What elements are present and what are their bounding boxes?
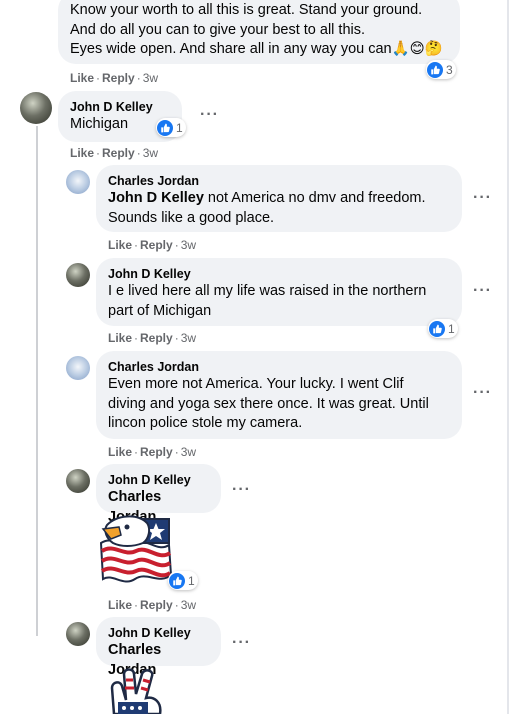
comment-author[interactable]: John D Kelley bbox=[108, 266, 450, 282]
comment-actions: Like · Reply · 3w bbox=[108, 598, 197, 612]
avatar[interactable] bbox=[20, 92, 52, 124]
avatar[interactable] bbox=[66, 469, 90, 493]
comment-actions: Like · Reply · 3w bbox=[108, 238, 197, 252]
more-options-icon[interactable]: ··· bbox=[200, 107, 219, 123]
reaction-count: 1 bbox=[448, 321, 455, 336]
reaction-count: 1 bbox=[176, 120, 183, 135]
comment-bubble: John D Kelley Charles Jordan bbox=[96, 617, 221, 678]
like-icon bbox=[157, 119, 173, 136]
comment-author[interactable]: Charles Jordan bbox=[108, 359, 450, 375]
comment-text-line: John D Kelley not America no dmv and fre… bbox=[108, 189, 450, 209]
like-icon bbox=[429, 320, 445, 337]
patriotic-eagle-sticker bbox=[97, 513, 177, 593]
comment-author[interactable]: John D Kelley bbox=[108, 625, 209, 641]
timestamp[interactable]: 3w bbox=[181, 445, 196, 459]
avatar[interactable] bbox=[66, 170, 90, 194]
avatar[interactable] bbox=[66, 356, 90, 380]
comment-actions: Like · Reply · 3w bbox=[70, 71, 159, 85]
reaction-summary[interactable]: 1 bbox=[168, 571, 198, 590]
avatar[interactable] bbox=[66, 263, 90, 287]
comment-bubble: Charles Jordan John D Kelley not America… bbox=[96, 165, 462, 232]
like-link[interactable]: Like bbox=[108, 598, 132, 612]
comment-bubble: Charles Jordan Even more not America. Yo… bbox=[96, 351, 462, 439]
comment-bubble: John D Kelley Charles Jordan bbox=[96, 464, 221, 525]
timestamp[interactable]: 3w bbox=[181, 598, 196, 612]
more-options-icon[interactable]: ··· bbox=[232, 482, 251, 498]
comment-text-line: Even more not America. Your lucky. I wen… bbox=[108, 376, 404, 392]
reaction-summary[interactable]: 3 bbox=[426, 60, 456, 79]
timestamp[interactable]: 3w bbox=[181, 331, 196, 345]
comment-text-line: Eyes wide open. And share all in any way… bbox=[70, 41, 443, 57]
like-icon bbox=[427, 61, 443, 78]
reply-link[interactable]: Reply bbox=[140, 445, 173, 459]
timestamp[interactable]: 3w bbox=[143, 71, 158, 85]
comment-text-line: diving and yoga sex there once. It was g… bbox=[108, 395, 429, 412]
comment-text-line: I e lived here all my life was raised in… bbox=[108, 283, 427, 299]
like-icon bbox=[169, 572, 185, 589]
reaction-summary[interactable]: 1 bbox=[428, 319, 458, 338]
comment-text-line: part of Michigan bbox=[108, 302, 212, 319]
reaction-count: 3 bbox=[446, 62, 453, 77]
like-link[interactable]: Like bbox=[70, 146, 94, 160]
comment-author[interactable]: Charles Jordan bbox=[108, 173, 450, 189]
comment-actions: Like · Reply · 3w bbox=[108, 445, 197, 459]
comment-text-line: Sounds like a good place. bbox=[108, 209, 275, 226]
reply-link[interactable]: Reply bbox=[102, 146, 135, 160]
reaction-summary[interactable]: 1 bbox=[156, 118, 186, 137]
reply-link[interactable]: Reply bbox=[140, 331, 173, 345]
reply-link[interactable]: Reply bbox=[102, 71, 135, 85]
reply-link[interactable]: Reply bbox=[140, 598, 173, 612]
like-link[interactable]: Like bbox=[108, 238, 132, 252]
comment-text-line: Know your worth to all this is great. St… bbox=[70, 2, 423, 18]
comment-text: not America no dmv and freedom. bbox=[203, 190, 426, 206]
reaction-count: 1 bbox=[188, 573, 195, 588]
reply-link[interactable]: Reply bbox=[140, 238, 173, 252]
comment-text: Michigan bbox=[70, 116, 129, 132]
thread-line bbox=[36, 126, 38, 166]
like-link[interactable]: Like bbox=[108, 331, 132, 345]
timestamp[interactable]: 3w bbox=[181, 238, 196, 252]
avatar[interactable] bbox=[66, 622, 90, 646]
comment-text-line: lincon police stole my camera. bbox=[108, 415, 303, 431]
comment-author[interactable]: John D Kelley bbox=[108, 472, 209, 488]
timestamp[interactable]: 3w bbox=[143, 146, 158, 160]
comment-bubble: Know your worth to all this is great. St… bbox=[58, 0, 460, 64]
comment-bubble: John D Kelley I e lived here all my life… bbox=[96, 258, 462, 326]
like-link[interactable]: Like bbox=[108, 445, 132, 459]
like-link[interactable]: Like bbox=[70, 71, 94, 85]
more-options-icon[interactable]: ··· bbox=[473, 190, 492, 206]
thread-line bbox=[36, 166, 38, 636]
peace-hand-flag-sticker bbox=[104, 668, 168, 714]
comment-author[interactable]: John D Kelley bbox=[70, 99, 170, 115]
more-options-icon[interactable]: ··· bbox=[473, 283, 492, 299]
mention-link[interactable]: John D Kelley bbox=[108, 190, 204, 206]
comment-actions: Like · Reply · 3w bbox=[70, 146, 159, 160]
comment-text-line: And do all you can to give your best to … bbox=[70, 21, 366, 38]
more-options-icon[interactable]: ··· bbox=[473, 385, 492, 401]
comments-page: Know your worth to all this is great. St… bbox=[0, 0, 509, 714]
more-options-icon[interactable]: ··· bbox=[232, 635, 251, 651]
comment-actions: Like · Reply · 3w bbox=[108, 331, 197, 345]
